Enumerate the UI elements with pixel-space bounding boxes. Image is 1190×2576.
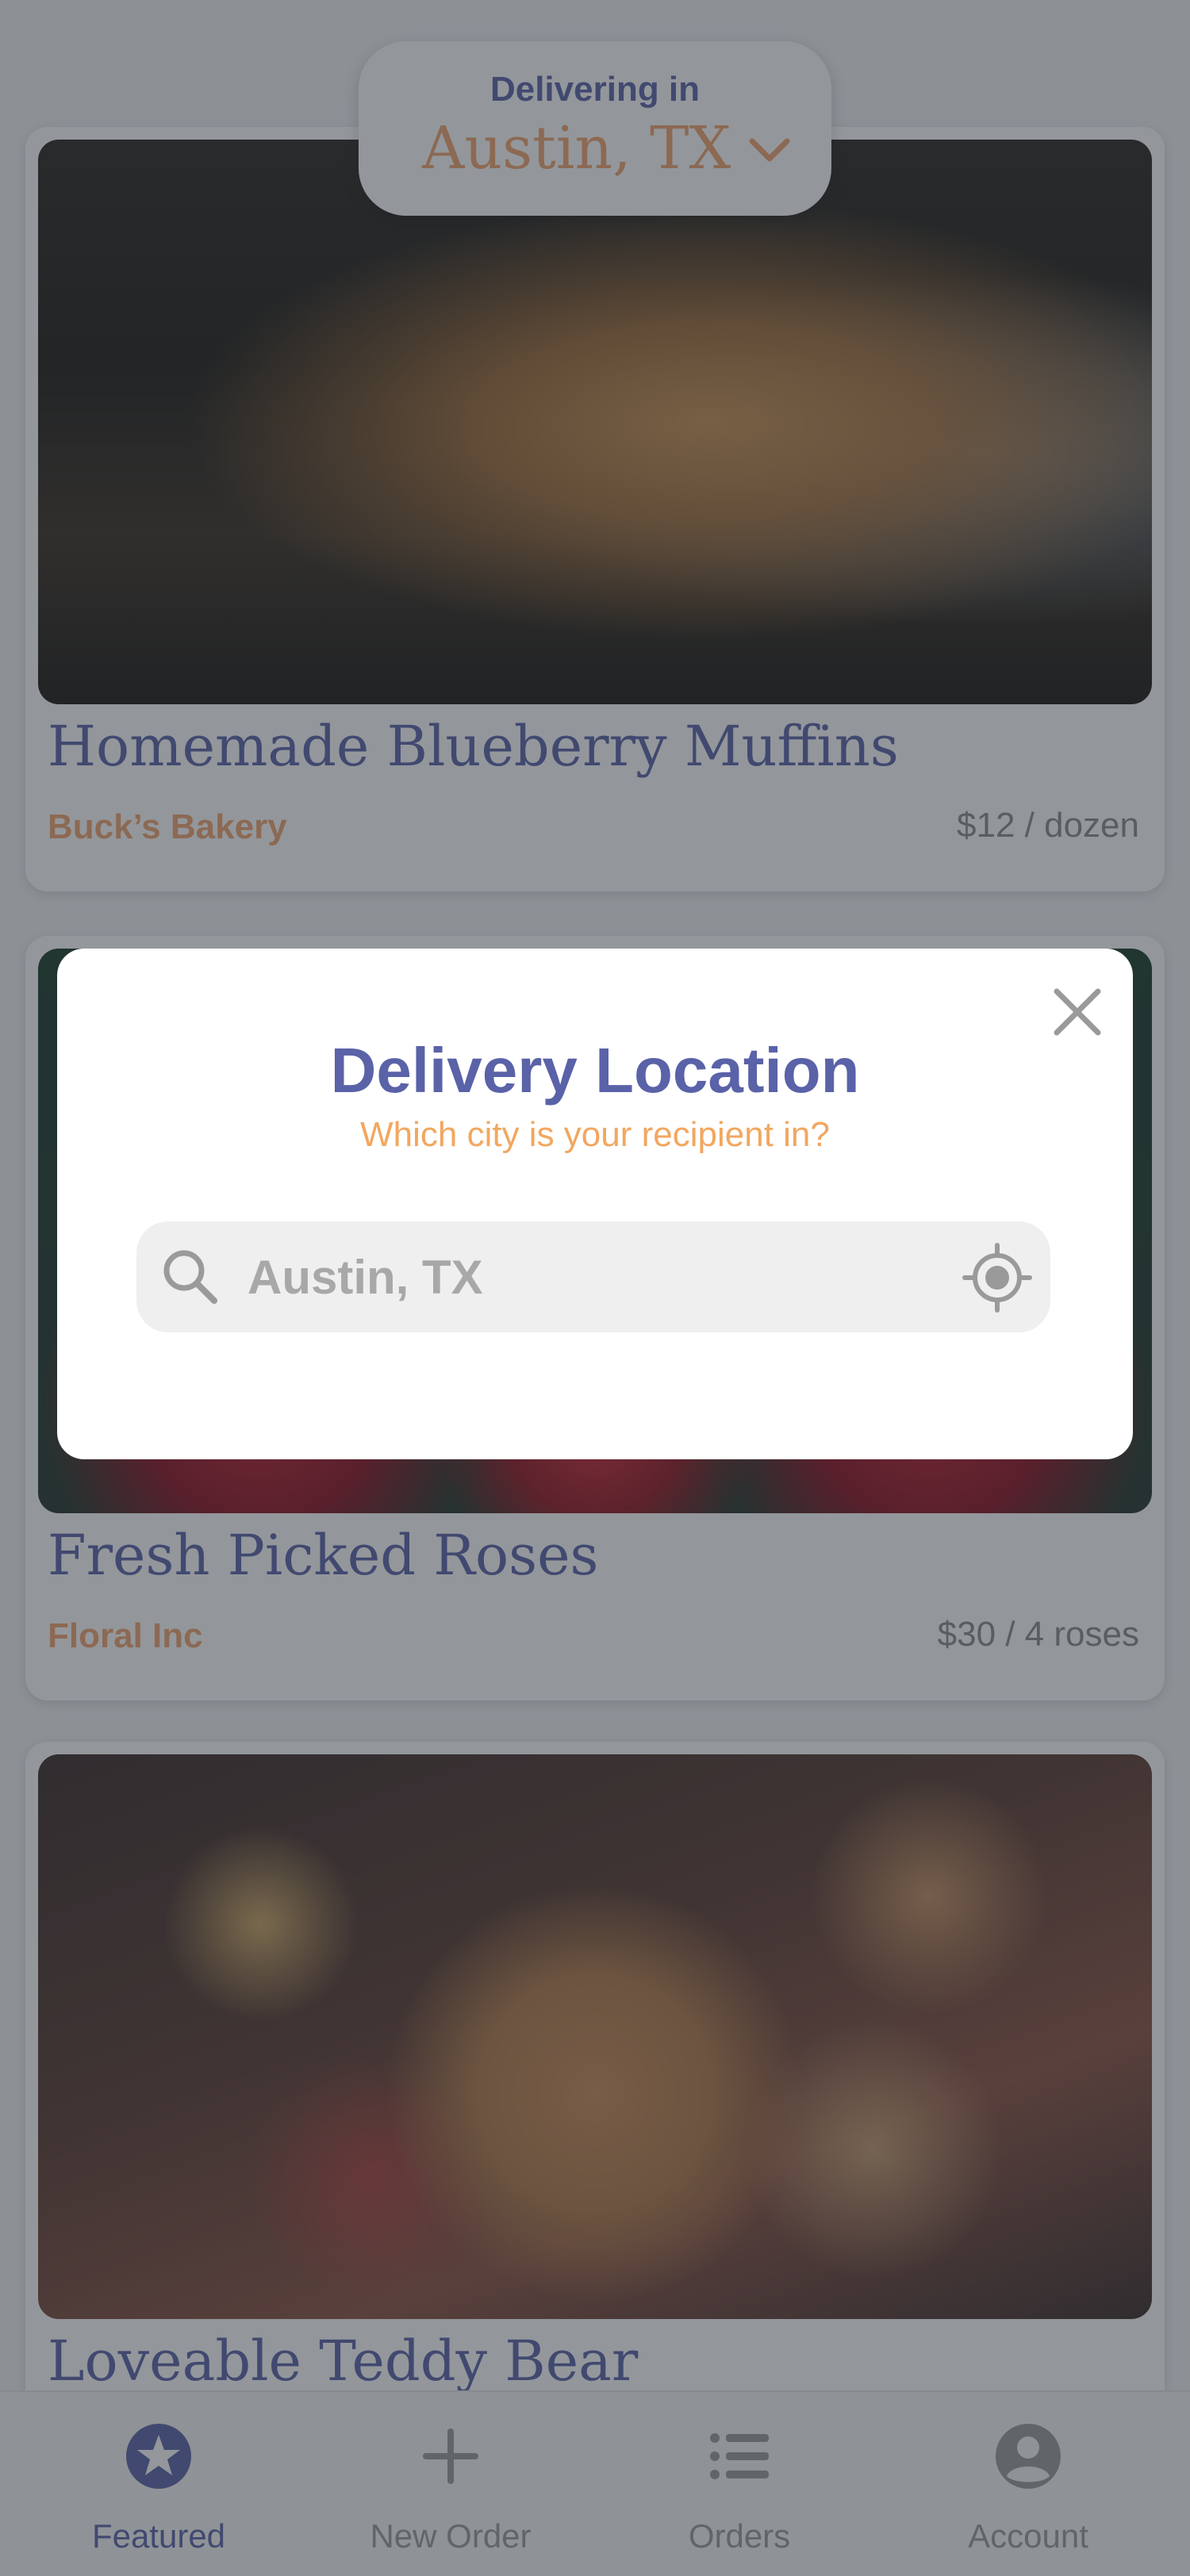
search-icon bbox=[163, 1250, 217, 1304]
delivery-location-modal: Delivery Location Which city is your rec… bbox=[57, 949, 1133, 1459]
city-search-field[interactable] bbox=[136, 1221, 1050, 1332]
modal-subtitle: Which city is your recipient in? bbox=[360, 1115, 830, 1154]
city-search-input[interactable] bbox=[248, 1237, 914, 1317]
current-location-icon[interactable] bbox=[962, 1242, 1033, 1313]
modal-title: Delivery Location bbox=[330, 1035, 860, 1106]
